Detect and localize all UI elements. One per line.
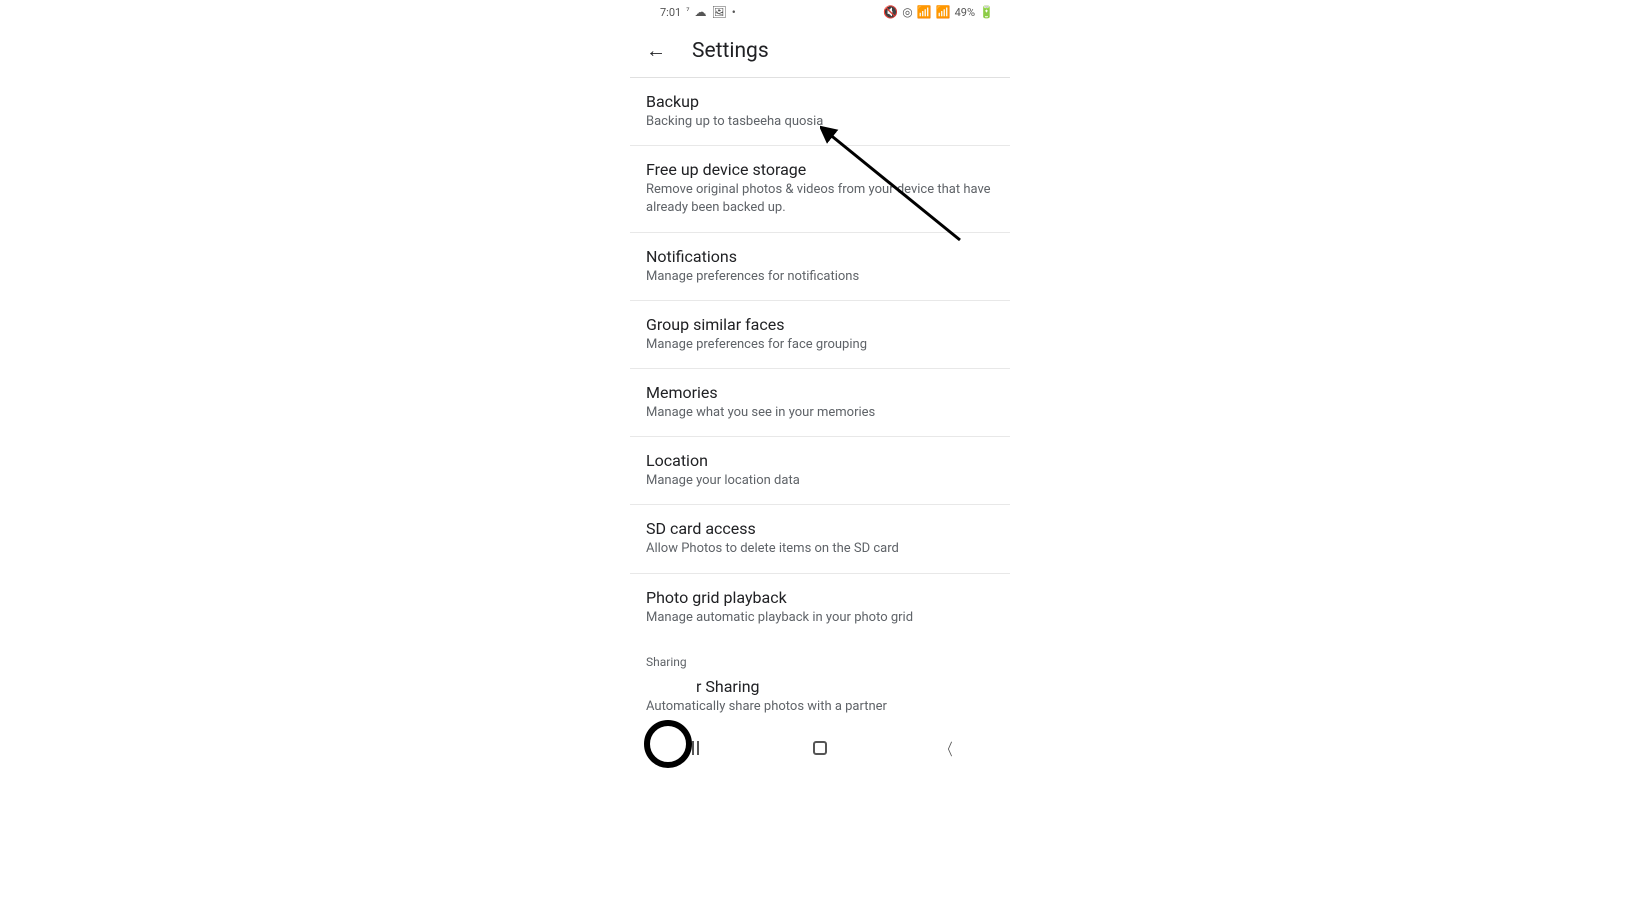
item-subtitle: Manage automatic playback in your photo … — [646, 609, 994, 627]
item-title: Photo grid playback — [646, 588, 994, 607]
back-arrow-icon[interactable]: ← — [646, 38, 666, 63]
item-subtitle: Automatically share photos with a partne… — [646, 698, 994, 716]
item-title: Free up device storage — [646, 160, 994, 179]
item-title: Location — [646, 451, 994, 470]
cloud-icon: ☁ — [695, 5, 707, 19]
settings-item-free-storage[interactable]: Free up device storage Remove original p… — [630, 146, 1010, 232]
settings-item-partner-sharing[interactable]: r Sharing Automatically share photos wit… — [630, 669, 1010, 716]
item-subtitle: Remove original photos & videos from you… — [646, 181, 994, 217]
item-subtitle: Manage preferences for face grouping — [646, 336, 994, 354]
battery-percent: 49% — [955, 6, 975, 19]
nav-home-button[interactable] — [808, 736, 832, 760]
item-title: Memories — [646, 383, 994, 402]
back-icon: 〈 — [941, 736, 952, 760]
item-subtitle: Manage what you see in your memories — [646, 404, 994, 422]
battery-icon: 🔋 — [979, 5, 994, 19]
item-title: Notifications — [646, 247, 994, 266]
recents-icon — [687, 741, 699, 755]
status-bar: 7:01 ⁷ ☁ 🖼 • 🔇 ◎ 📶 📶 49% 🔋 — [630, 0, 1010, 24]
mute-icon: 🔇 — [883, 5, 898, 19]
settings-item-backup[interactable]: Backup Backing up to tasbeeha quosia — [630, 78, 1010, 146]
item-title: r Sharing — [646, 677, 994, 696]
nav-recents-button[interactable] — [681, 736, 705, 760]
item-title: Group similar faces — [646, 315, 994, 334]
settings-item-photo-grid[interactable]: Photo grid playback Manage automatic pla… — [630, 574, 1010, 641]
page-title: Settings — [692, 39, 769, 63]
item-title: SD card access — [646, 519, 994, 538]
home-icon — [813, 741, 827, 755]
item-title: Backup — [646, 92, 994, 111]
status-right: 🔇 ◎ 📶 📶 49% 🔋 — [883, 5, 994, 19]
signal-2-icon: 📶 — [936, 5, 951, 19]
settings-list: Backup Backing up to tasbeeha quosia Fre… — [630, 78, 1010, 716]
settings-item-notifications[interactable]: Notifications Manage preferences for not… — [630, 233, 1010, 301]
navigation-bar: 〈 — [630, 724, 1010, 772]
section-header-sharing: Sharing — [630, 641, 1010, 669]
app-header: ← Settings — [630, 24, 1010, 78]
phone-screen: 7:01 ⁷ ☁ 🖼 • 🔇 ◎ 📶 📶 49% 🔋 ← Settings Ba… — [630, 0, 1010, 772]
item-subtitle: Backing up to tasbeeha quosia — [646, 113, 994, 131]
image-icon: 🖼 — [712, 5, 727, 19]
signal-1-icon: 📶 — [917, 5, 932, 19]
hotspot-icon: ◎ — [902, 5, 912, 19]
status-time: 7:01 — [660, 6, 681, 19]
item-subtitle: Manage preferences for notifications — [646, 268, 994, 286]
settings-item-memories[interactable]: Memories Manage what you see in your mem… — [630, 369, 1010, 437]
dot-icon: • — [732, 5, 736, 19]
nav-back-button[interactable]: 〈 — [935, 736, 959, 760]
settings-item-sd-card[interactable]: SD card access Allow Photos to delete it… — [630, 505, 1010, 573]
settings-item-group-faces[interactable]: Group similar faces Manage preferences f… — [630, 301, 1010, 369]
settings-item-location[interactable]: Location Manage your location data — [630, 437, 1010, 505]
status-left: 7:01 ⁷ ☁ 🖼 • — [660, 5, 736, 19]
network-speed-icon: ⁷ — [686, 7, 689, 17]
item-subtitle: Allow Photos to delete items on the SD c… — [646, 540, 994, 558]
item-subtitle: Manage your location data — [646, 472, 994, 490]
